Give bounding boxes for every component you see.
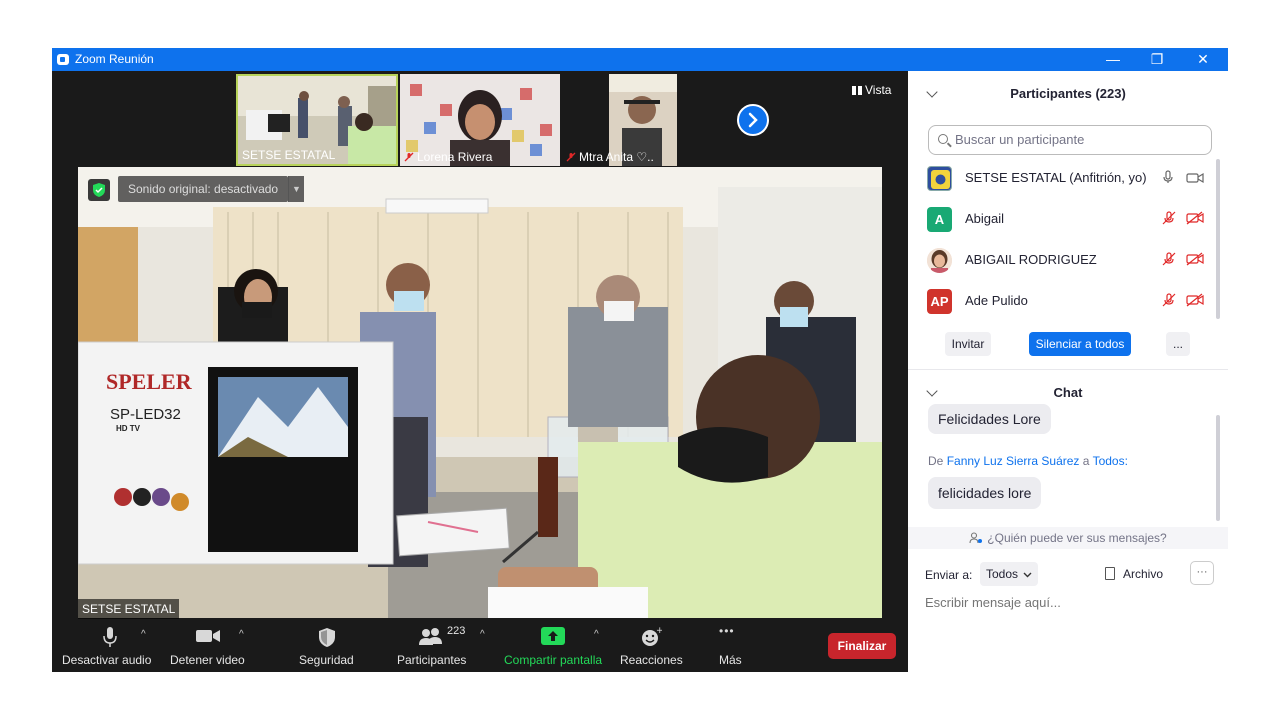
active-speaker-name: SETSE ESTATAL xyxy=(78,599,180,619)
shield-check-icon xyxy=(93,183,105,197)
zoom-window: Zoom Reunión — ❐ ✕ SETSE ESTATAL Lorena … xyxy=(52,48,1228,672)
mute-all-button[interactable]: Silenciar a todos xyxy=(1029,332,1131,356)
grid-view-icon xyxy=(852,86,862,95)
window-title: Zoom Reunión xyxy=(75,52,154,66)
thumbnail-name: SETSE ESTATAL xyxy=(242,148,336,162)
share-options-caret[interactable]: ^ xyxy=(594,629,599,640)
muted-mic-icon xyxy=(1162,211,1175,225)
avatar xyxy=(927,248,952,273)
share-screen-button[interactable]: Compartir pantalla xyxy=(500,620,606,672)
chat-scrollbar[interactable] xyxy=(1216,415,1220,521)
chat-recipient-link[interactable]: Todos: xyxy=(1093,454,1128,468)
chat-more-button[interactable]: ··· xyxy=(1190,561,1214,585)
tv-brand-text: SPELER xyxy=(106,369,193,394)
video-off-icon xyxy=(1186,252,1204,266)
meeting-toolbar: Desactivar audio ^ Detener video ^ Segur… xyxy=(52,620,908,672)
avatar xyxy=(927,166,952,191)
video-camera-icon xyxy=(1186,172,1204,184)
close-button[interactable]: ✕ xyxy=(1180,48,1226,71)
muted-mic-icon xyxy=(1162,293,1175,307)
send-to-dropdown[interactable]: Todos xyxy=(980,562,1039,586)
svg-text:+: + xyxy=(656,626,662,636)
host-logo-avatar xyxy=(928,167,951,190)
video-off-icon xyxy=(1186,211,1204,225)
participant-count: 223 xyxy=(447,625,466,637)
reaction-emoji-icon: + xyxy=(642,626,662,646)
chat-message-bubble: Felicidades Lore xyxy=(928,404,1051,434)
video-options-caret[interactable]: ^ xyxy=(239,629,244,640)
thumbnail-video[interactable]: Mtra Anita ♡.. xyxy=(562,74,722,166)
thumbnail-name: Mtra Anita ♡.. xyxy=(566,150,654,164)
title-bar: Zoom Reunión — ❐ ✕ xyxy=(52,48,1228,71)
video-stage: SETSE ESTATAL Lorena Rivera Mtra Anita ♡… xyxy=(52,71,908,672)
chat-title: Chat xyxy=(1053,385,1083,400)
more-button[interactable]: ••• Más xyxy=(708,620,752,672)
participants-scrollbar[interactable] xyxy=(1216,159,1220,319)
person-lock-icon xyxy=(969,532,983,544)
view-button[interactable]: Vista xyxy=(852,83,891,97)
participant-row[interactable]: SETSE ESTATAL (Anfitrión, yo) xyxy=(908,158,1228,199)
next-page-button[interactable] xyxy=(737,104,769,136)
mute-audio-button[interactable]: Desactivar audio xyxy=(60,620,160,672)
microphone-icon xyxy=(1162,170,1173,183)
zoom-app-icon xyxy=(57,54,69,65)
participants-more-button[interactable]: ... xyxy=(1166,332,1190,356)
shield-icon xyxy=(319,628,335,647)
avatar: A xyxy=(927,207,952,232)
tv-sub-text: HD TV xyxy=(116,424,141,433)
divider xyxy=(908,369,1228,370)
muted-mic-icon xyxy=(1162,252,1175,266)
chevron-down-icon xyxy=(1023,572,1032,578)
participant-row[interactable]: A Abigail xyxy=(908,199,1228,240)
thumbnail-video[interactable]: Lorena Rivera xyxy=(400,74,560,166)
side-panel: Participantes (223) Buscar un participan… xyxy=(908,71,1228,672)
video-off-icon xyxy=(1186,293,1204,307)
reactions-button[interactable]: + Reacciones xyxy=(616,620,684,672)
chat-message-header: De Fanny Luz Sierra Suárez a Todos: xyxy=(928,454,1128,468)
chat-message-input[interactable] xyxy=(925,595,1215,610)
original-sound-toggle[interactable]: Sonido original: desactivado xyxy=(118,176,289,202)
audio-options-caret[interactable]: ^ xyxy=(141,629,146,640)
participant-row[interactable]: AP Ade Pulido xyxy=(908,281,1228,322)
file-button[interactable]: Archivo xyxy=(1105,567,1163,581)
stop-video-button[interactable]: Detener video xyxy=(164,620,254,672)
muted-mic-icon xyxy=(566,152,576,162)
send-to-label: Enviar a: xyxy=(925,568,973,582)
original-sound-dropdown[interactable]: ▼ xyxy=(288,176,304,202)
main-video-scene: SPELER SP-LED32 HD TV xyxy=(78,167,882,618)
participants-options-caret[interactable]: ^ xyxy=(480,629,485,640)
restore-button[interactable]: ❐ xyxy=(1134,48,1180,71)
minimize-button[interactable]: — xyxy=(1090,48,1136,71)
participants-icon xyxy=(419,628,442,645)
end-meeting-button[interactable]: Finalizar xyxy=(828,633,896,659)
profile-photo xyxy=(927,248,952,273)
participant-row[interactable]: ABIGAIL RODRIGUEZ xyxy=(908,240,1228,281)
chat-sender-link[interactable]: Fanny Luz Sierra Suárez xyxy=(947,454,1080,468)
chat-message-bubble: felicidades lore xyxy=(928,477,1042,509)
encryption-shield-icon[interactable] xyxy=(88,179,110,201)
who-can-see-messages-link[interactable]: ¿Quién puede ver sus mensajes? xyxy=(908,527,1228,549)
thumbnail-video[interactable]: SETSE ESTATAL xyxy=(236,74,398,166)
search-icon xyxy=(938,134,948,144)
invite-button[interactable]: Invitar xyxy=(945,332,991,356)
microphone-icon xyxy=(103,627,117,647)
security-button[interactable]: Seguridad xyxy=(292,620,362,672)
more-dots-icon: ••• xyxy=(719,624,735,638)
participants-title: Participantes (223) xyxy=(1010,86,1126,101)
participants-button[interactable]: 223 Participantes xyxy=(392,620,476,672)
chevron-right-icon xyxy=(748,112,758,128)
muted-mic-icon xyxy=(404,152,414,162)
video-camera-icon xyxy=(196,630,220,642)
tv-model-text: SP-LED32 xyxy=(110,406,181,423)
participant-search-input[interactable]: Buscar un participante xyxy=(928,125,1212,155)
share-screen-icon xyxy=(541,627,565,645)
file-icon xyxy=(1105,567,1115,580)
avatar: AP xyxy=(927,289,952,314)
main-video[interactable]: SPELER SP-LED32 HD TV xyxy=(78,167,882,618)
thumbnail-name: Lorena Rivera xyxy=(404,150,492,164)
